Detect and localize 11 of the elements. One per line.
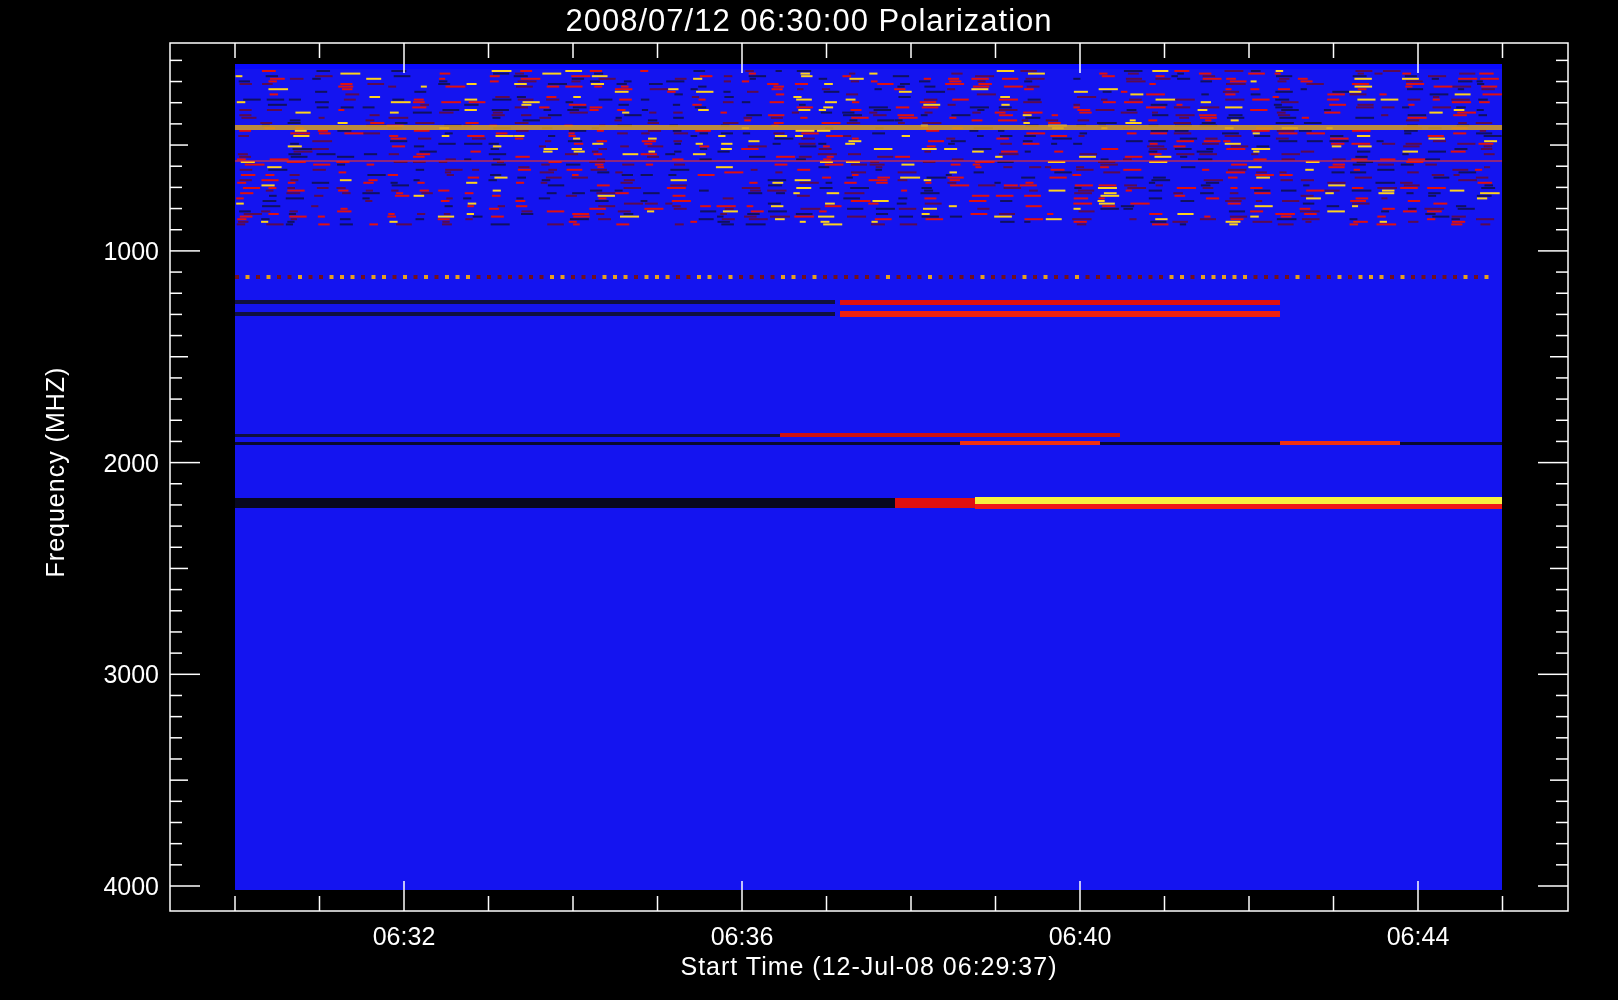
x-tick-label: 06:44	[1386, 922, 1450, 950]
y-tick-label: 1000	[103, 236, 159, 265]
x-tick-label: 06:36	[710, 922, 774, 950]
y-tick-label: 4000	[103, 872, 159, 900]
x-axis-label: Start Time (12-Jul-08 06:29:37)	[680, 952, 1058, 980]
chart-title: 2008/07/12 06:30:00 Polarization	[565, 3, 1053, 38]
y-tick-label: 3000	[103, 660, 159, 689]
x-tick-label: 06:40	[1048, 922, 1112, 950]
x-tick-label: 06:32	[372, 922, 436, 950]
y-tick-label: 2000	[103, 448, 159, 477]
y-axis-label: Frequency (MHZ)	[41, 366, 69, 578]
